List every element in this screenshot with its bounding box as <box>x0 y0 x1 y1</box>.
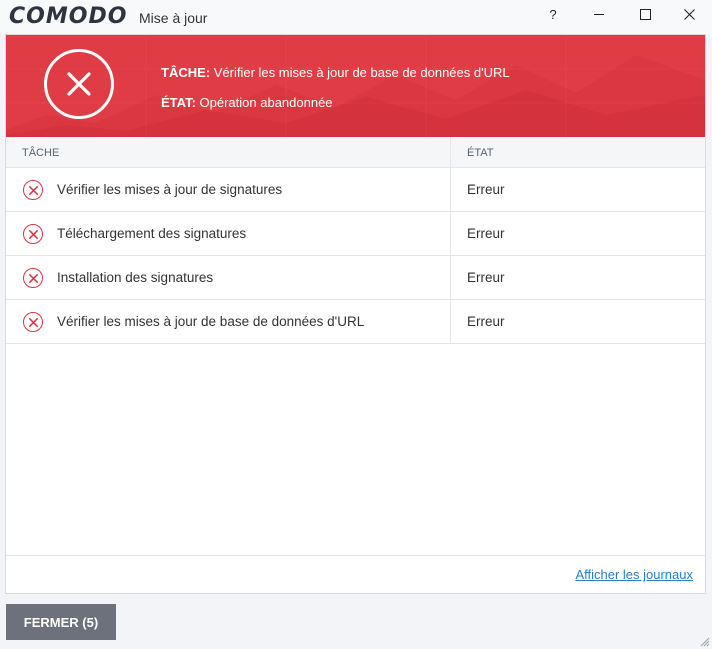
error-circle-icon <box>44 49 114 119</box>
banner-task-label: TÂCHE: <box>161 65 211 80</box>
row-task: Vérifier les mises à jour de base de don… <box>57 314 365 329</box>
table-row[interactable]: Vérifier les mises à jour de signatures … <box>6 168 705 212</box>
update-panel: TÂCHE: Vérifier les mises à jour de base… <box>5 34 706 594</box>
error-icon <box>23 224 43 244</box>
row-state: Erreur <box>467 182 505 197</box>
resize-grip-icon[interactable] <box>700 637 710 647</box>
error-icon <box>23 180 43 200</box>
banner-state-value: Opération abandonnée <box>199 95 333 110</box>
row-task: Vérifier les mises à jour de signatures <box>57 182 283 197</box>
close-button[interactable]: FERMER (5) <box>6 604 116 640</box>
maximize-button[interactable] <box>622 0 668 28</box>
column-header-state[interactable]: ÉTAT <box>467 147 493 159</box>
row-task: Téléchargement des signatures <box>57 226 247 241</box>
table-header: TÂCHE ÉTAT <box>6 137 705 168</box>
banner-state-line: ÉTAT: Opération abandonnée <box>161 95 333 110</box>
window-title: Mise à jour <box>139 10 208 26</box>
view-logs-link[interactable]: Afficher les journaux <box>575 567 693 582</box>
banner-task-line: TÂCHE: Vérifier les mises à jour de base… <box>161 65 510 80</box>
help-button[interactable]: ? <box>530 0 576 28</box>
status-banner: TÂCHE: Vérifier les mises à jour de base… <box>6 35 705 137</box>
error-icon <box>23 268 43 288</box>
table-row[interactable]: Installation des signatures Erreur <box>6 256 705 300</box>
table-row[interactable]: Téléchargement des signatures Erreur <box>6 212 705 256</box>
row-state: Erreur <box>467 226 505 241</box>
row-task: Installation des signatures <box>57 270 214 285</box>
comodo-logo: COMODO <box>9 4 128 29</box>
row-state: Erreur <box>467 314 505 329</box>
footer-divider <box>6 555 705 556</box>
column-header-task[interactable]: TÂCHE <box>22 147 59 159</box>
minimize-button[interactable] <box>576 0 622 28</box>
table-row[interactable]: Vérifier les mises à jour de base de don… <box>6 300 705 344</box>
title-bar: COMODO Mise à jour ? <box>0 0 712 34</box>
banner-state-label: ÉTAT: <box>161 95 196 110</box>
banner-task-value: Vérifier les mises à jour de base de don… <box>213 65 510 80</box>
error-icon <box>23 312 43 332</box>
close-icon <box>683 8 695 20</box>
maximize-icon <box>639 8 651 20</box>
close-window-button[interactable] <box>666 0 712 28</box>
row-state: Erreur <box>467 270 505 285</box>
minimize-icon <box>594 13 604 15</box>
